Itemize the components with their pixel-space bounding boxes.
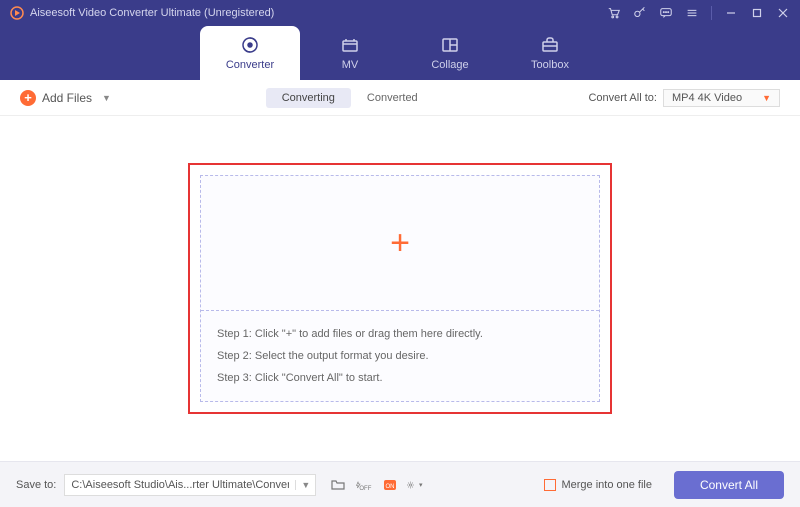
- drop-zone[interactable]: + Step 1: Click "+" to add files or drag…: [200, 175, 600, 402]
- chevron-down-icon[interactable]: ▼: [295, 480, 315, 490]
- chevron-down-icon: ▼: [102, 93, 111, 103]
- divider: [711, 6, 712, 20]
- toolbar: + Add Files ▼ Converting Converted Conve…: [0, 80, 800, 116]
- chevron-down-icon: ▼: [762, 93, 771, 103]
- main-nav: Converter MV Collage Toolbox: [0, 26, 800, 80]
- save-path-field[interactable]: ▼: [64, 474, 316, 496]
- convert-all-to-label: Convert All to:: [588, 92, 656, 104]
- workspace: + Step 1: Click "+" to add files or drag…: [0, 116, 800, 461]
- toolbox-icon: [540, 35, 560, 55]
- close-button[interactable]: [776, 6, 790, 20]
- checkbox-box: [544, 479, 556, 491]
- save-to-label: Save to:: [16, 479, 56, 491]
- plus-icon: +: [20, 90, 36, 106]
- segment-converted[interactable]: Converted: [351, 88, 434, 108]
- app-logo-icon: [10, 6, 24, 20]
- mv-icon: [340, 35, 360, 55]
- gpu-icon[interactable]: ON: [380, 475, 400, 495]
- tab-mv[interactable]: MV: [300, 26, 400, 80]
- save-path-input[interactable]: [65, 479, 295, 491]
- tab-collage[interactable]: Collage: [400, 26, 500, 80]
- step-text: Step 3: Click "Convert All" to start.: [217, 367, 583, 389]
- bottombar: Save to: ▼ OFF ON ▾ Merge into one file …: [0, 461, 800, 507]
- minimize-button[interactable]: [724, 6, 738, 20]
- collage-icon: [440, 35, 460, 55]
- output-format-select[interactable]: MP4 4K Video ▼: [663, 89, 780, 107]
- tab-label: MV: [342, 59, 359, 71]
- open-folder-icon[interactable]: [328, 475, 348, 495]
- merge-label: Merge into one file: [561, 479, 652, 491]
- titlebar: Aiseesoft Video Converter Ultimate (Unre…: [0, 0, 800, 26]
- maximize-button[interactable]: [750, 6, 764, 20]
- output-format-value: MP4 4K Video: [672, 92, 742, 104]
- converter-icon: [240, 35, 260, 55]
- tab-converter[interactable]: Converter: [200, 26, 300, 80]
- tab-label: Toolbox: [531, 59, 569, 71]
- key-icon[interactable]: [633, 6, 647, 20]
- hardware-accel-icon[interactable]: OFF: [354, 475, 374, 495]
- convert-all-button[interactable]: Convert All: [674, 471, 784, 499]
- tab-label: Collage: [431, 59, 468, 71]
- menu-icon[interactable]: [685, 6, 699, 20]
- instructions: Step 1: Click "+" to add files or drag t…: [201, 311, 599, 401]
- svg-text:ON: ON: [386, 484, 395, 490]
- add-files-button[interactable]: + Add Files ▼: [20, 90, 111, 106]
- window-title: Aiseesoft Video Converter Ultimate (Unre…: [30, 7, 607, 19]
- add-plus-icon: +: [390, 226, 410, 260]
- merge-checkbox[interactable]: Merge into one file: [544, 479, 652, 491]
- settings-icon[interactable]: ▾: [406, 475, 426, 495]
- step-text: Step 1: Click "+" to add files or drag t…: [217, 323, 583, 345]
- add-files-label: Add Files: [42, 91, 92, 105]
- highlight-frame: + Step 1: Click "+" to add files or drag…: [188, 163, 612, 414]
- drop-area[interactable]: +: [201, 176, 599, 311]
- feedback-icon[interactable]: [659, 6, 673, 20]
- segment-converting[interactable]: Converting: [266, 88, 351, 108]
- cart-icon[interactable]: [607, 6, 621, 20]
- tab-toolbox[interactable]: Toolbox: [500, 26, 600, 80]
- step-text: Step 2: Select the output format you des…: [217, 345, 583, 367]
- tab-label: Converter: [226, 59, 274, 71]
